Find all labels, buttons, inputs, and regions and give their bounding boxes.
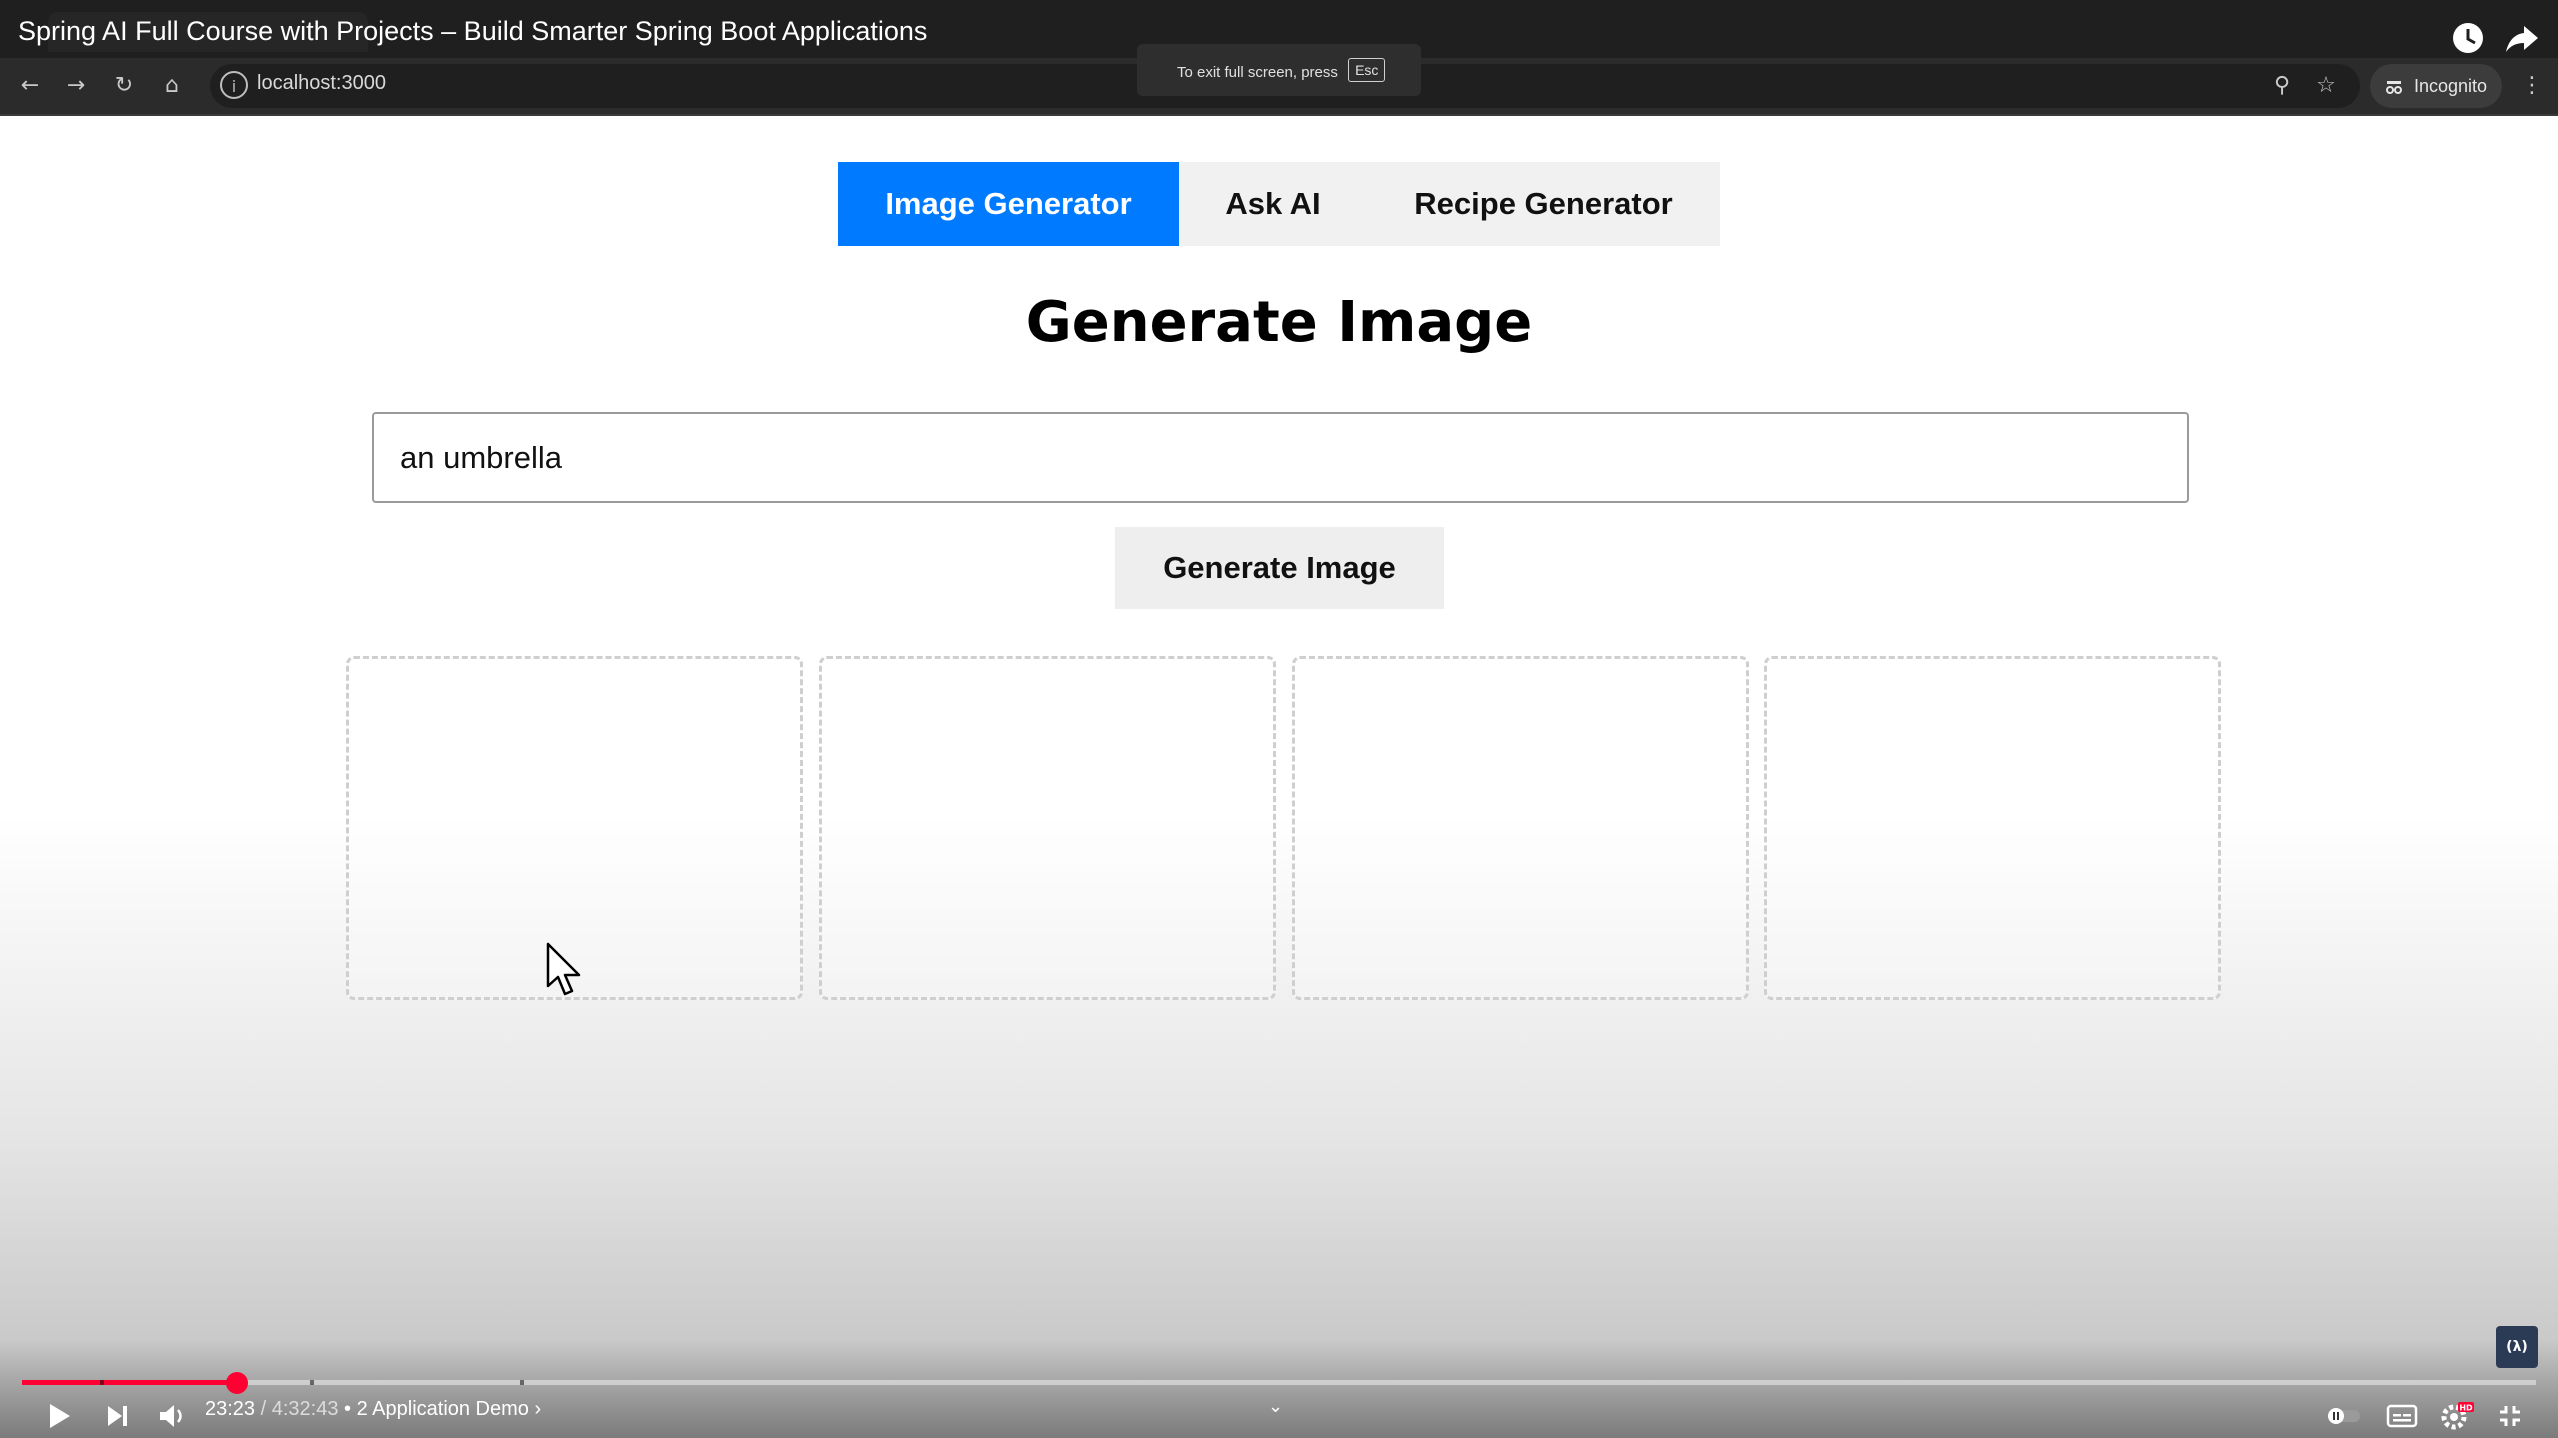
watch-later-icon[interactable] — [2448, 18, 2488, 58]
autoplay-toggle-icon[interactable] — [2322, 1394, 2366, 1438]
tab-recipe-generator[interactable]: Recipe Generator — [1367, 162, 1720, 246]
time-display: 23:23 / 4:32:43 • 2 Application Demo › — [205, 1398, 541, 1421]
image-placeholder-2 — [819, 656, 1276, 1000]
back-icon[interactable]: ← — [12, 68, 48, 104]
prompt-input[interactable] — [372, 412, 2189, 503]
chapter-marker — [310, 1380, 314, 1385]
browser-menu-icon[interactable]: ⋮ — [2514, 68, 2550, 104]
current-time: 23:23 — [205, 1398, 256, 1420]
exit-fullscreen-icon[interactable] — [2488, 1394, 2532, 1438]
mouse-cursor-icon — [546, 942, 581, 996]
svg-text:HD: HD — [2459, 1404, 2473, 1413]
chapter-marker — [520, 1380, 524, 1385]
channel-watermark[interactable]: (λ) — [2496, 1326, 2538, 1368]
nav-tabs: Image Generator Ask AI Recipe Generator — [838, 162, 1720, 246]
duration: 4:32:43 — [271, 1398, 339, 1420]
bookmark-star-icon[interactable]: ☆ — [2308, 68, 2344, 104]
next-icon[interactable] — [96, 1394, 140, 1438]
zoom-icon[interactable]: ⚲ — [2264, 68, 2300, 104]
site-info-icon[interactable]: i — [220, 71, 248, 99]
incognito-icon — [2386, 81, 2402, 94]
tab-ask-ai[interactable]: Ask AI — [1179, 162, 1367, 246]
settings-gear-icon[interactable]: HD — [2434, 1394, 2478, 1438]
page-title: Generate Image — [1025, 290, 1533, 355]
chapter-marker — [100, 1380, 104, 1385]
chevron-down-icon[interactable]: ⌄ — [1268, 1396, 1283, 1417]
video-title: Spring AI Full Course with Projects – Bu… — [18, 16, 928, 46]
play-icon[interactable] — [36, 1394, 80, 1438]
incognito-badge[interactable]: Incognito — [2370, 64, 2502, 108]
fullscreen-toast-text: To exit full screen, press — [1177, 64, 1338, 81]
captions-icon[interactable] — [2380, 1394, 2424, 1438]
share-icon[interactable] — [2502, 18, 2542, 58]
url-text[interactable]: localhost:3000 — [257, 72, 386, 95]
chapter-title[interactable]: • 2 Application Demo › — [338, 1398, 541, 1420]
progress-bar[interactable] — [22, 1380, 2536, 1385]
reload-icon[interactable]: ↻ — [106, 68, 142, 104]
forward-icon[interactable]: → — [58, 68, 94, 104]
esc-key-hint: Esc — [1348, 58, 1386, 82]
image-placeholder-4 — [1764, 656, 2221, 1000]
progress-scrubber[interactable] — [226, 1372, 248, 1394]
incognito-label: Incognito — [2414, 76, 2488, 96]
generate-image-button[interactable]: Generate Image — [1115, 527, 1444, 609]
time-separator: / — [255, 1398, 272, 1420]
player-controls — [0, 1340, 2558, 1438]
image-placeholder-3 — [1292, 656, 1749, 1000]
volume-icon[interactable] — [150, 1394, 194, 1438]
fullscreen-toast: To exit full screen, press Esc — [1137, 44, 1421, 96]
progress-played — [22, 1380, 237, 1385]
tab-image-generator[interactable]: Image Generator — [838, 162, 1179, 246]
home-icon[interactable]: ⌂ — [154, 68, 190, 104]
